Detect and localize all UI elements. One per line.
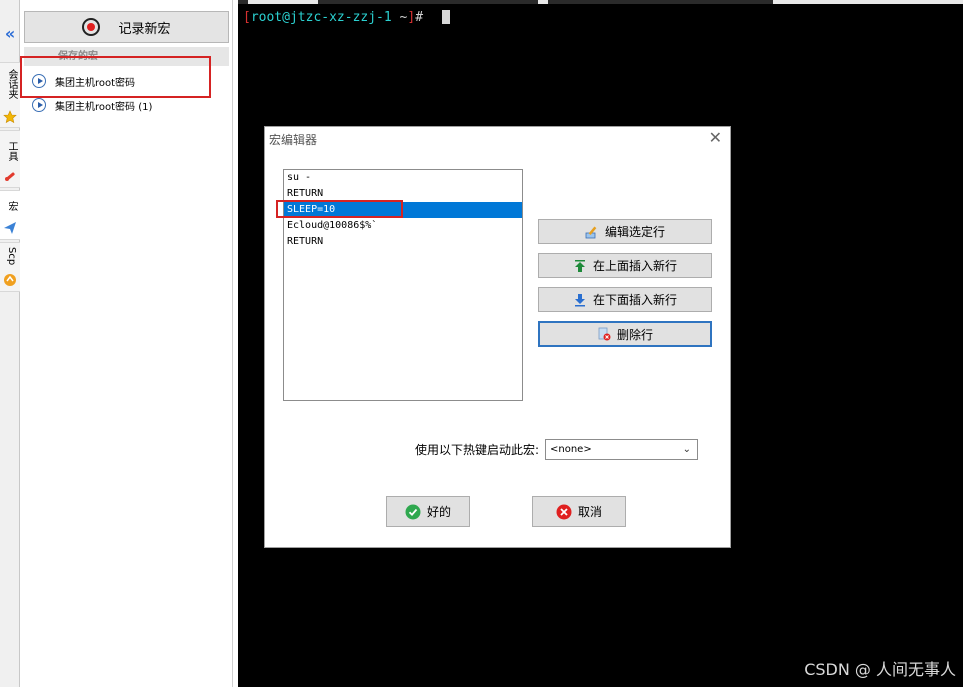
macro-line[interactable]: Ecloud@10086$%`: [284, 218, 522, 234]
hotkey-select[interactable]: <none> ⌄: [545, 439, 698, 460]
insert-line-above-button[interactable]: 在上面插入新行: [538, 253, 712, 278]
terminal-tab-strip: [238, 0, 963, 4]
close-icon[interactable]: ✕: [709, 129, 722, 147]
watermark: CSDN @ 人间无事人: [804, 660, 956, 679]
tab-macro-label: 宏: [6, 201, 17, 211]
tab-macro[interactable]: 宏: [0, 190, 20, 240]
prompt-symbol: #: [415, 10, 424, 25]
paper-plane-icon: [3, 221, 17, 235]
tab-session-label: 会话夹: [6, 69, 17, 99]
star-icon: [3, 110, 17, 124]
cancel-button[interactable]: 取消: [532, 496, 626, 527]
insert-line-below-label: 在下面插入新行: [592, 293, 677, 307]
edit-selected-line-label: 编辑选定行: [604, 225, 665, 239]
record-icon: [82, 18, 101, 36]
terminal-prompt: [root@jtzc-xz-zzj-1 ~]#: [243, 9, 423, 26]
annotation-highlight-box: [276, 200, 403, 218]
arrow-up-icon: [573, 259, 587, 273]
prompt-user-host: root@jtzc-xz-zzj-1: [250, 10, 392, 25]
scp-transfer-icon: [3, 273, 17, 287]
record-new-macro-label: 记录新宏: [118, 21, 171, 37]
hotkey-label: 使用以下热键启动此宏:: [415, 443, 540, 457]
macro-list-item[interactable]: 集团主机root密码 (1): [32, 95, 152, 115]
prompt-bracket-open: [: [243, 10, 251, 25]
hotkey-select-value: <none>: [550, 444, 592, 455]
play-icon: [32, 98, 46, 112]
tab-tools[interactable]: 工具: [0, 130, 20, 188]
dialog-title: 宏编辑器: [269, 133, 318, 147]
insert-line-below-button[interactable]: 在下面插入新行: [538, 287, 712, 312]
edit-pencil-icon: [585, 225, 599, 239]
macro-panel: 记录新宏 保存的宏 集团主机root密码 集团主机root密码 (1): [20, 0, 233, 687]
vertical-tab-strip: « 会话夹 工具 宏 Scp: [0, 0, 20, 687]
delete-file-icon: [597, 327, 611, 341]
arrow-down-icon: [573, 293, 587, 307]
annotation-highlight-box: [20, 56, 211, 98]
collapse-chevron-icon[interactable]: «: [2, 24, 18, 44]
macro-line[interactable]: RETURN: [284, 234, 522, 250]
macro-item-label: 集团主机root密码 (1): [55, 101, 153, 113]
cancel-label: 取消: [577, 505, 602, 519]
delete-line-label: 删除行: [616, 327, 653, 342]
tab-scp-label: Scp: [6, 247, 17, 266]
tab-session[interactable]: 会话夹: [0, 62, 20, 128]
ok-button[interactable]: 好的: [386, 496, 470, 527]
tab-scp[interactable]: Scp: [0, 242, 20, 292]
terminal-cursor: [442, 10, 450, 24]
ok-label: 好的: [426, 505, 451, 519]
macro-editor-dialog: 宏编辑器 ✕ su - RETURN SLEEP=10 Ecloud@10086…: [264, 126, 731, 548]
tools-icon: [3, 169, 17, 183]
insert-line-above-label: 在上面插入新行: [592, 259, 677, 273]
delete-line-button[interactable]: 删除行: [538, 321, 712, 347]
check-icon: [405, 504, 421, 520]
edit-selected-line-button[interactable]: 编辑选定行: [538, 219, 712, 244]
tab-tools-label: 工具: [6, 141, 17, 161]
prompt-path: ~: [391, 10, 408, 25]
record-new-macro-button[interactable]: 记录新宏: [24, 11, 229, 43]
chevron-down-icon: ⌄: [682, 444, 691, 455]
cancel-icon: [556, 504, 572, 520]
macro-line[interactable]: su -: [284, 170, 522, 186]
